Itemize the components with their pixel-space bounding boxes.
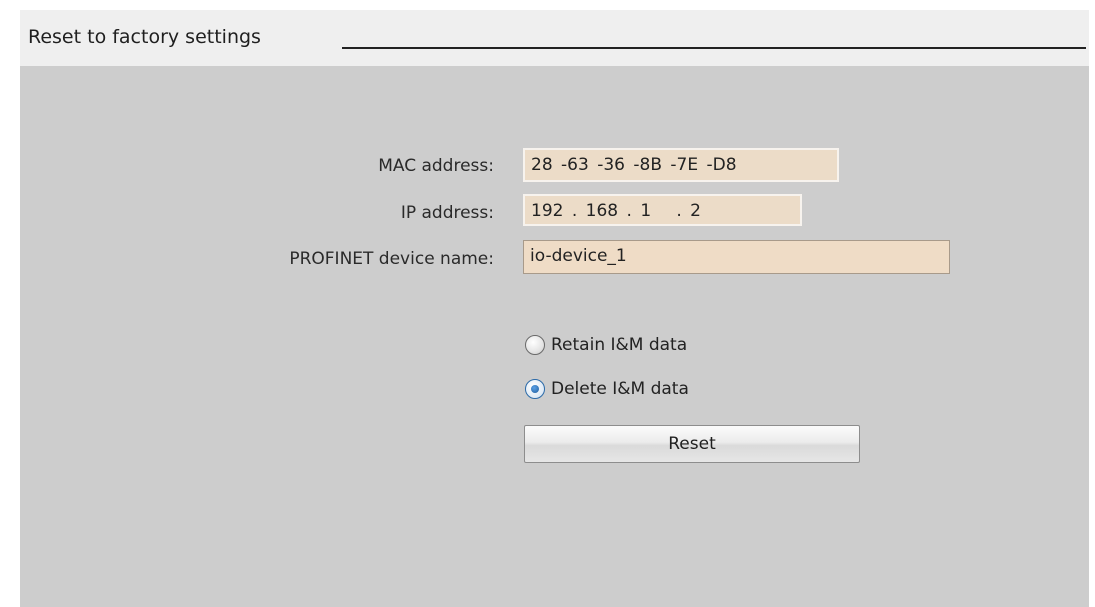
retain-im-data-label: Retain I&M data xyxy=(551,335,688,355)
profinet-device-name-input[interactable]: io-device_1 xyxy=(523,240,950,274)
retain-im-data-radio[interactable]: Retain I&M data xyxy=(525,332,687,358)
radio-checked-icon xyxy=(525,379,545,399)
ip-address-label: IP address: xyxy=(400,203,494,223)
section-title: Reset to factory settings xyxy=(28,26,261,48)
ip-address-field: 192 . 168 . 1 . 2 xyxy=(523,194,802,226)
radio-unchecked-icon xyxy=(525,335,545,355)
mac-address-label: MAC address: xyxy=(378,156,494,176)
section-divider xyxy=(342,47,1086,49)
mac-address-field: 28 -63 -36 -8B -7E -D8 xyxy=(523,148,839,182)
delete-im-data-radio[interactable]: Delete I&M data xyxy=(525,376,689,402)
radio-selected-dot xyxy=(531,385,539,393)
dialog-frame: Reset to factory settings MAC address: 2… xyxy=(0,0,1095,607)
delete-im-data-label: Delete I&M data xyxy=(551,379,689,399)
section-header: Reset to factory settings xyxy=(20,10,1089,66)
reset-button[interactable]: Reset xyxy=(524,425,860,463)
settings-panel: MAC address: 28 -63 -36 -8B -7E -D8 IP a… xyxy=(20,66,1089,607)
profinet-device-name-label: PROFINET device name: xyxy=(289,249,494,269)
